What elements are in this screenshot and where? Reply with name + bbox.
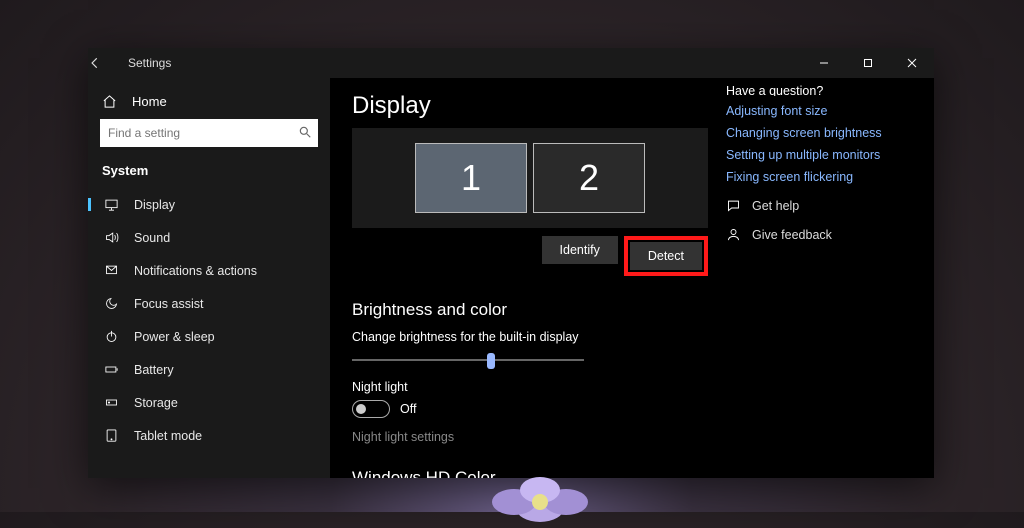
brightness-label: Change brightness for the built-in displ… (352, 330, 898, 344)
sidebar-item-label: Storage (134, 396, 178, 410)
brightness-slider[interactable] (352, 350, 584, 370)
sidebar: Home System Display Sound (88, 78, 330, 478)
display-icon (102, 197, 120, 212)
power-icon (102, 329, 120, 344)
help-link[interactable]: Changing screen brightness (726, 126, 926, 140)
notifications-icon (102, 263, 120, 278)
brightness-section-header: Brightness and color (352, 300, 898, 320)
close-button[interactable] (890, 48, 934, 78)
nightlight-settings-link[interactable]: Night light settings (352, 430, 898, 444)
hdcolor-section-header: Windows HD Color (352, 468, 898, 478)
sidebar-item-tablet-mode[interactable]: Tablet mode (88, 419, 330, 452)
battery-icon (102, 362, 120, 377)
home-icon (102, 94, 120, 109)
sidebar-item-label: Battery (134, 363, 174, 377)
nightlight-label: Night light (352, 380, 898, 394)
sidebar-item-label: Display (134, 198, 175, 212)
identify-button[interactable]: Identify (542, 236, 618, 264)
tablet-icon (102, 428, 120, 443)
minimize-button[interactable] (802, 48, 846, 78)
sidebar-item-notifications[interactable]: Notifications & actions (88, 254, 330, 287)
sidebar-item-power-sleep[interactable]: Power & sleep (88, 320, 330, 353)
sidebar-item-focus-assist[interactable]: Focus assist (88, 287, 330, 320)
window-title: Settings (128, 56, 171, 70)
help-link[interactable]: Fixing screen flickering (726, 170, 926, 184)
monitor-2[interactable]: 2 (533, 143, 645, 213)
search-icon (298, 125, 312, 139)
give-feedback-link[interactable]: Give feedback (726, 227, 926, 242)
maximize-button[interactable] (846, 48, 890, 78)
get-help-label: Get help (752, 199, 799, 213)
back-button[interactable] (88, 56, 128, 70)
detect-button[interactable]: Detect (630, 242, 702, 270)
sound-icon (102, 230, 120, 245)
give-feedback-label: Give feedback (752, 228, 832, 242)
feedback-icon (726, 227, 742, 242)
storage-icon (102, 395, 120, 410)
detect-highlight: Detect (624, 236, 708, 276)
sidebar-item-battery[interactable]: Battery (88, 353, 330, 386)
sidebar-item-label: Power & sleep (134, 330, 215, 344)
sidebar-home-label: Home (132, 94, 167, 109)
sidebar-home[interactable]: Home (88, 86, 330, 119)
have-question-header: Have a question? (726, 84, 926, 96)
titlebar: Settings (88, 48, 934, 78)
sidebar-item-label: Notifications & actions (134, 264, 257, 278)
sidebar-item-display[interactable]: Display (88, 188, 330, 221)
help-link[interactable]: Adjusting font size (726, 104, 926, 118)
sidebar-section-label: System (88, 159, 330, 188)
focus-assist-icon (102, 296, 120, 311)
search-box (100, 119, 318, 147)
get-help-link[interactable]: Get help (726, 198, 926, 213)
search-input[interactable] (100, 119, 318, 147)
help-panel: Have a question? Adjusting font size Cha… (726, 78, 926, 242)
content-area: Display 1 2 Identify Detect Brightness a… (330, 78, 934, 478)
sidebar-item-sound[interactable]: Sound (88, 221, 330, 254)
nightlight-state: Off (400, 402, 416, 416)
monitor-1[interactable]: 1 (415, 143, 527, 213)
sidebar-item-label: Sound (134, 231, 170, 245)
nightlight-toggle[interactable] (352, 400, 390, 418)
display-arrangement[interactable]: 1 2 (352, 128, 708, 228)
help-link[interactable]: Setting up multiple monitors (726, 148, 926, 162)
chat-icon (726, 198, 742, 213)
sidebar-item-label: Tablet mode (134, 429, 202, 443)
sidebar-item-label: Focus assist (134, 297, 203, 311)
settings-window: Settings Home (88, 48, 934, 478)
sidebar-item-storage[interactable]: Storage (88, 386, 330, 419)
sidebar-nav: Display Sound Notifications & actions Fo… (88, 188, 330, 452)
